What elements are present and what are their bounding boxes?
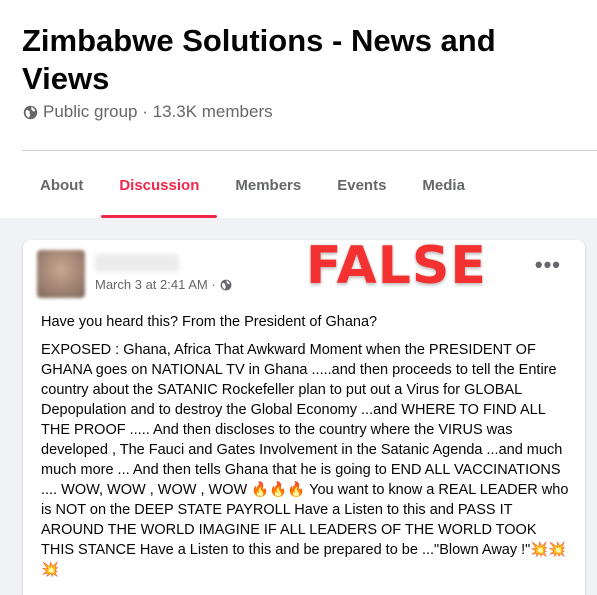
group-title[interactable]: Zimbabwe Solutions - News and Views (22, 22, 582, 98)
tab-discussion[interactable]: Discussion (101, 152, 218, 218)
post-card: March 3 at 2:41 AM · FALSE ••• Have you … (23, 235, 585, 595)
author-name-redacted[interactable] (95, 254, 179, 272)
post-intro: Have you heard this? From the President … (41, 314, 378, 330)
group-meta-text: Public group · 13.3K members (43, 102, 273, 121)
false-rating-label: FALSE (305, 235, 488, 298)
tab-about[interactable]: About (22, 152, 101, 218)
tab-members[interactable]: Members (217, 152, 319, 218)
globe-icon (220, 279, 232, 290)
globe-icon (23, 105, 38, 119)
post-text: Have you heard this? From the President … (41, 312, 571, 588)
more-options-icon[interactable]: ••• (535, 254, 561, 276)
header-divider (22, 150, 597, 151)
group-header: Zimbabwe Solutions - News and Views Publ… (0, 0, 597, 218)
group-meta: Public group · 13.3K members (23, 102, 273, 122)
post-timestamp[interactable]: March 3 at 2:41 AM · (95, 277, 216, 292)
tab-events[interactable]: Events (319, 152, 404, 218)
post-meta: March 3 at 2:41 AM · (95, 277, 232, 292)
tab-media[interactable]: Media (404, 152, 483, 218)
post-body: EXPOSED : Ghana, Africa That Awkward Mom… (41, 342, 569, 578)
group-tabs: About Discussion Members Events Media (22, 152, 483, 218)
avatar[interactable] (37, 250, 85, 298)
